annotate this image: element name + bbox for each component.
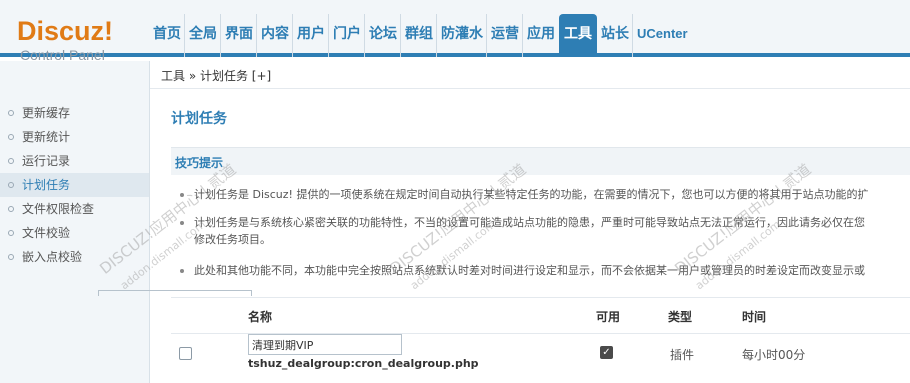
sidebar-item-label: 运行记录 [22,154,71,168]
breadcrumb[interactable]: 工具 » 计划任务 [+] [161,67,271,84]
nav-tools[interactable]: 工具 [559,14,597,57]
bullet-icon [180,269,184,273]
next-row-input[interactable] [98,290,252,296]
nav-forum[interactable]: 论坛 [366,14,401,57]
table-header: 名称 可用 类型 时间 [171,297,910,333]
column-header-available: 可用 [596,310,621,324]
nav-style[interactable]: 界面 [222,14,257,57]
tips-header: 技巧提示 [171,147,910,175]
sidebar-item-label: 计划任务 [22,178,71,192]
tip-item: 计划任务是 Discuz! 提供的一项使系统在规定时间自动执行某些特定任务的功能… [171,186,868,203]
column-header-type: 类型 [668,310,693,324]
tip-item: 此处和其他功能不同，本功能中完全按照站点系统默认时差对时间进行设定和显示，而不会… [171,262,865,279]
sidebar-item-label: 文件权限检查 [22,202,95,216]
bullet-icon [8,254,14,260]
sidebar-item-cron[interactable]: 计划任务 [0,173,149,197]
sidebar-item-label: 文件校验 [22,226,71,240]
tip-text-continued: 修改任务项目。 [194,233,271,246]
nav-ucenter[interactable]: UCenter [634,14,691,57]
nav-user[interactable]: 用户 [294,14,329,57]
sidebar-menu: 更新缓存 更新统计 运行记录 计划任务 文件权限检查 文件校验 嵌入点校验 [0,101,149,269]
sidebar-item-label: 嵌入点校验 [22,250,83,264]
bullet-icon [8,230,14,236]
sidebar: 更新缓存 更新统计 运行记录 计划任务 文件权限检查 文件校验 嵌入点校验 [0,61,150,383]
header: Discuz! Control Panel 首页 全局 界面 内容 用户 门户 … [0,0,910,62]
bullet-icon [8,182,14,188]
nav-founder[interactable]: 站长 [598,14,633,57]
logo-subtitle: Control Panel [20,47,105,63]
nav-portal[interactable]: 门户 [330,14,365,57]
logo-brand: Discuz! [17,16,114,46]
sidebar-item-run-log[interactable]: 运行记录 [0,149,149,173]
sidebar-item-update-cache[interactable]: 更新缓存 [0,101,149,125]
cron-name-input[interactable] [248,334,402,355]
nav-plugin[interactable]: 应用 [524,14,558,57]
nav-group[interactable]: 群组 [402,14,437,57]
bullet-icon [8,206,14,212]
main-content: 计划任务 技巧提示 计划任务是 Discuz! 提供的一项使系统在规定时间自动执… [150,90,910,383]
tip-text: 计划任务是与系统核心紧密关联的功能特性，不当的设置可能造成站点功能的隐患，严重时… [194,216,865,229]
cron-script-path: tshuz_dealgroup:cron_dealgroup.php [248,357,479,370]
nav-home[interactable]: 首页 [150,14,185,57]
cron-time: 每小时00分 [742,348,806,362]
table-row: tshuz_dealgroup:cron_dealgroup.php ✓ 插件 … [171,333,910,383]
page-title: 计划任务 [171,111,227,127]
bullet-icon [8,110,14,116]
sidebar-item-hook-check[interactable]: 嵌入点校验 [0,245,149,269]
sidebar-item-file-check[interactable]: 文件校验 [0,221,149,245]
nav-global[interactable]: 全局 [186,14,221,57]
column-header-name: 名称 [248,310,273,324]
sidebar-item-label: 更新缓存 [22,106,71,120]
bullet-icon [180,193,184,197]
tips-heading: 技巧提示 [175,156,224,170]
sidebar-item-file-perms[interactable]: 文件权限检查 [0,197,149,221]
tip-text: 计划任务是 Discuz! 提供的一项使系统在规定时间自动执行某些特定任务的功能… [194,188,869,201]
top-nav: 首页 全局 界面 内容 用户 门户 论坛 群组 防灌水 运营 应用 工具 站长 … [150,14,692,57]
row-select-checkbox[interactable] [179,347,192,360]
breadcrumb-bar: 工具 » 计划任务 [+] [150,61,910,89]
logo[interactable]: Discuz! Control Panel [0,0,150,62]
bullet-icon [180,221,184,225]
column-header-time: 时间 [742,310,767,324]
nav-extended[interactable]: 运营 [488,14,523,57]
sidebar-item-update-stats[interactable]: 更新统计 [0,125,149,149]
tip-item: 计划任务是与系统核心紧密关联的功能特性，不当的设置可能造成站点功能的隐患，严重时… [171,214,865,248]
bullet-icon [8,158,14,164]
nav-safe[interactable]: 防灌水 [438,14,487,57]
nav-content[interactable]: 内容 [258,14,293,57]
sidebar-item-label: 更新统计 [22,130,71,144]
bullet-icon [8,134,14,140]
tip-text: 此处和其他功能不同，本功能中完全按照站点系统默认时差对时间进行设定和显示，而不会… [194,264,865,277]
available-checkbox[interactable]: ✓ [600,346,613,359]
cron-type: 插件 [670,348,695,362]
